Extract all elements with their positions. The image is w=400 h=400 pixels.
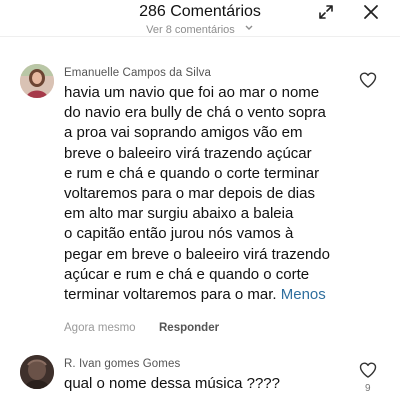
expand-icon[interactable]: [318, 4, 334, 20]
avatar-photo: [20, 355, 54, 389]
comment-line: a proa vai soprando amigos vão em: [64, 124, 303, 142]
like-count: 9: [365, 383, 371, 394]
view-replies-link[interactable]: Ver 8 comentários: [0, 19, 400, 33]
comment-line: terminar voltaremos para o mar.: [64, 286, 277, 304]
comment-username[interactable]: Emanuelle Campos da Silva: [64, 67, 211, 79]
avatar[interactable]: [20, 355, 54, 389]
header-divider: [0, 36, 400, 37]
avatar[interactable]: [20, 64, 54, 98]
reply-button[interactable]: Responder: [159, 322, 219, 334]
heart-icon[interactable]: [358, 70, 378, 90]
comment-line: o capitão então jurou nós vamos à: [64, 225, 294, 243]
comment-timestamp: Agora mesmo: [64, 322, 136, 334]
comment-username[interactable]: R. Ivan gomes Gomes: [64, 358, 180, 370]
comment-line: pegar em breve o baleeiro virá trazendo: [64, 245, 330, 263]
heart-icon[interactable]: [358, 360, 378, 380]
comment-line: e rum e chá e quando o corte terminar: [64, 164, 320, 182]
comment-text: havia um navio que foi ao mar o nome do …: [64, 83, 364, 305]
comment-text: qual o nome dessa música ????: [64, 375, 280, 392]
comment-line: açúcar e rum e chá e quando o corte: [64, 265, 310, 283]
comment-line: voltaremos para o mar depois de dias: [64, 185, 315, 203]
view-replies-label: Ver 8 comentários: [146, 24, 235, 33]
comment-line: havia um navio que foi ao mar o nome: [64, 84, 320, 101]
chevron-down-icon: [245, 25, 253, 30]
show-less-link[interactable]: Menos: [281, 286, 326, 303]
comment-line: breve o baleeiro virá trazendo açúcar: [64, 144, 312, 162]
comment-line: em alto mar surgiu abaixo a baleia: [64, 205, 294, 223]
comment-line: do navio era bully de chá o vento sopra: [64, 104, 326, 122]
comment-line-last: terminar voltaremos para o mar. Menos: [64, 285, 364, 305]
avatar-photo: [20, 64, 54, 98]
